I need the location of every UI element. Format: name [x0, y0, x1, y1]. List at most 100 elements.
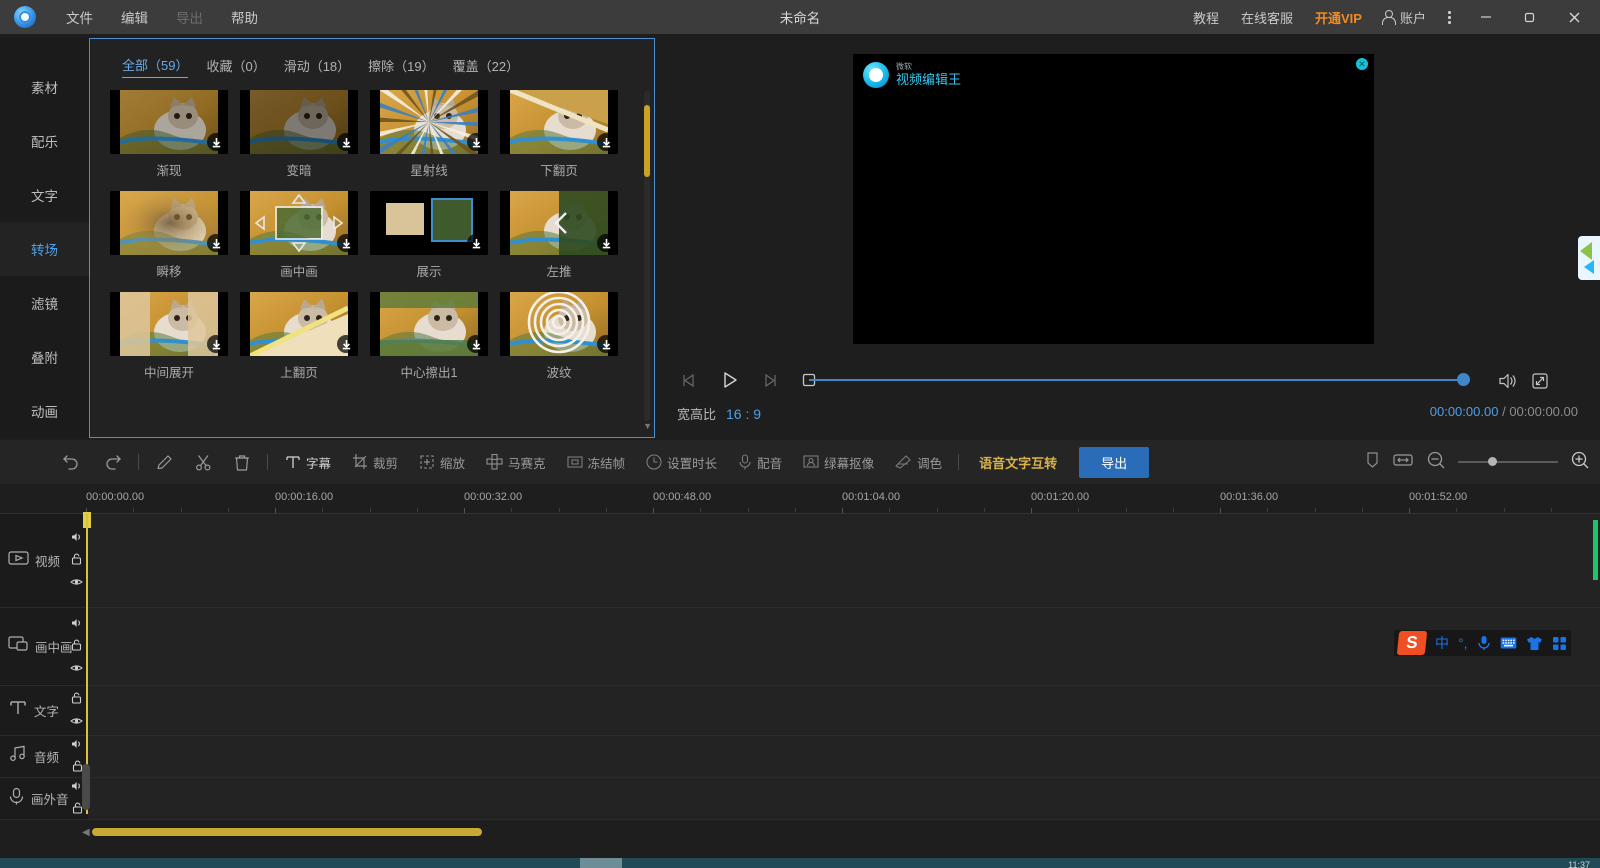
split-scissors-button[interactable] [184, 440, 223, 484]
transition-item[interactable]: 中间展开 [110, 292, 240, 381]
scale-button[interactable]: 缩放 [408, 440, 475, 484]
ime-mode-label[interactable]: 中 [1435, 633, 1449, 653]
next-frame-button[interactable] [757, 368, 781, 392]
sidebar-item-overlay[interactable]: 叠附 [0, 330, 89, 384]
transition-item[interactable]: 中心擦出1 [370, 292, 500, 381]
track-header[interactable]: 画中画 [0, 608, 88, 686]
sidebar-item-text[interactable]: 文字 [0, 168, 89, 222]
download-icon[interactable] [597, 234, 615, 252]
speech-to-text-button[interactable]: 语音文字互转 [965, 440, 1071, 484]
fullscreen-icon[interactable] [1531, 372, 1549, 395]
color-grade-button[interactable]: 调色 [884, 440, 952, 484]
sogou-ime-logo-icon[interactable]: S [1396, 631, 1428, 655]
filter-tab-all[interactable]: 全部（59） [122, 55, 189, 78]
play-button[interactable] [717, 368, 741, 392]
timeline-ruler[interactable]: 00:00:00.00 00:00:16.00 00:00:32.00 00:00:4… [0, 484, 1600, 514]
freeze-frame-button[interactable]: 冻结帧 [556, 440, 636, 484]
track-header[interactable]: 文字 [0, 686, 88, 736]
crop-button[interactable]: 裁剪 [341, 440, 408, 484]
menu-item-export[interactable]: 导出 [164, 3, 215, 31]
transition-thumbnail[interactable] [370, 191, 488, 255]
download-icon[interactable] [207, 335, 225, 353]
track-eye-button[interactable] [70, 574, 83, 592]
download-icon[interactable] [337, 234, 355, 252]
sidebar-item-media[interactable]: 素材 [0, 60, 89, 114]
redo-button[interactable] [92, 440, 132, 484]
sidebar-item-animation[interactable]: 动画 [0, 384, 89, 438]
transition-thumbnail[interactable] [240, 191, 358, 255]
transition-item[interactable]: 变暗 [240, 90, 370, 179]
mosaic-button[interactable]: 马赛克 [475, 440, 556, 484]
track-mute-button[interactable] [71, 737, 83, 755]
close-button[interactable] [1552, 0, 1596, 34]
set-duration-button[interactable]: 设置时长 [635, 440, 727, 484]
download-icon[interactable] [207, 133, 225, 151]
menu-item-help[interactable]: 帮助 [219, 3, 270, 31]
zoom-slider-thumb[interactable] [1488, 457, 1497, 466]
transition-item[interactable]: 下翻页 [500, 90, 630, 179]
restore-button[interactable] [1508, 0, 1552, 34]
fit-width-icon[interactable] [1392, 451, 1414, 474]
transition-thumbnail[interactable] [370, 292, 488, 356]
transition-item[interactable]: 上翻页 [240, 292, 370, 381]
volume-icon[interactable] [1498, 372, 1518, 395]
delete-button[interactable] [223, 440, 261, 484]
filter-tab-slide[interactable]: 滑动（18） [284, 56, 350, 78]
download-icon[interactable] [207, 234, 225, 252]
transition-thumbnail[interactable] [240, 292, 358, 356]
minimize-button[interactable] [1464, 0, 1508, 34]
zoom-in-icon[interactable] [1570, 450, 1590, 475]
preview-progress-thumb[interactable] [1457, 373, 1470, 386]
zoom-slider[interactable] [1458, 457, 1558, 466]
export-button[interactable]: 导出 [1079, 446, 1150, 478]
timeline-hscrollbar[interactable]: ◀ [80, 826, 1580, 838]
taskbar-active-window[interactable] [580, 858, 622, 868]
transition-thumbnail[interactable] [370, 90, 488, 154]
feedback-flyout-icon[interactable] [1578, 236, 1600, 280]
track-lane[interactable] [88, 778, 1600, 820]
edit-pencil-button[interactable] [145, 440, 184, 484]
apps-icon[interactable] [1552, 636, 1567, 651]
track-mute-button[interactable] [71, 530, 83, 548]
panel-scrollbar[interactable] [644, 91, 650, 421]
filter-tab-cover[interactable]: 覆盖（22） [453, 56, 519, 78]
keyboard-icon[interactable] [1500, 636, 1517, 650]
track-lane[interactable] [88, 736, 1600, 778]
zoom-out-icon[interactable] [1426, 450, 1446, 475]
menu-item-edit[interactable]: 编辑 [109, 3, 160, 31]
track-lock-button[interactable] [71, 638, 82, 656]
track-lock-button[interactable] [72, 759, 83, 777]
marker-icon[interactable] [1365, 451, 1380, 474]
sidebar-item-transition[interactable]: 转场 [0, 222, 89, 276]
filter-tab-wipe[interactable]: 擦除（19） [368, 56, 434, 78]
hscroll-left-arrow[interactable]: ◀ [82, 827, 90, 838]
preview-progress-track[interactable] [809, 379, 1469, 381]
menu-item-file[interactable]: 文件 [54, 3, 105, 31]
punctuation-icon[interactable]: °, [1458, 635, 1468, 651]
transition-item[interactable]: 星射线 [370, 90, 500, 179]
track-mute-button[interactable] [71, 616, 83, 634]
subtitle-button[interactable]: 字幕 [274, 440, 341, 484]
skin-icon[interactable] [1526, 636, 1543, 651]
track-eye-button[interactable] [70, 713, 83, 731]
track-lane[interactable] [88, 686, 1600, 736]
track-eye-button[interactable] [70, 660, 83, 678]
open-vip-link[interactable]: 开通VIP [1304, 8, 1373, 27]
track-header[interactable]: 画外音 [0, 778, 88, 820]
prev-frame-button[interactable] [677, 368, 701, 392]
track-lane[interactable] [88, 514, 1600, 608]
voiceover-button[interactable]: 配音 [727, 440, 792, 484]
transition-item[interactable]: 波纹 [500, 292, 630, 381]
watermark-close-icon[interactable]: ✕ [1356, 58, 1368, 70]
sidebar-item-filter[interactable]: 滤镜 [0, 276, 89, 330]
panel-scrollbar-thumb[interactable] [644, 105, 650, 177]
transition-thumbnail[interactable] [240, 90, 358, 154]
transition-thumbnail[interactable] [500, 90, 618, 154]
filter-tab-favorites[interactable]: 收藏（0） [206, 56, 265, 78]
track-lock-button[interactable] [71, 691, 82, 709]
track-header[interactable]: 视频 [0, 514, 88, 608]
scroll-down-arrow[interactable]: ▼ [643, 421, 652, 431]
download-icon[interactable] [337, 133, 355, 151]
transition-thumbnail[interactable] [110, 292, 228, 356]
transition-thumbnail[interactable] [110, 191, 228, 255]
